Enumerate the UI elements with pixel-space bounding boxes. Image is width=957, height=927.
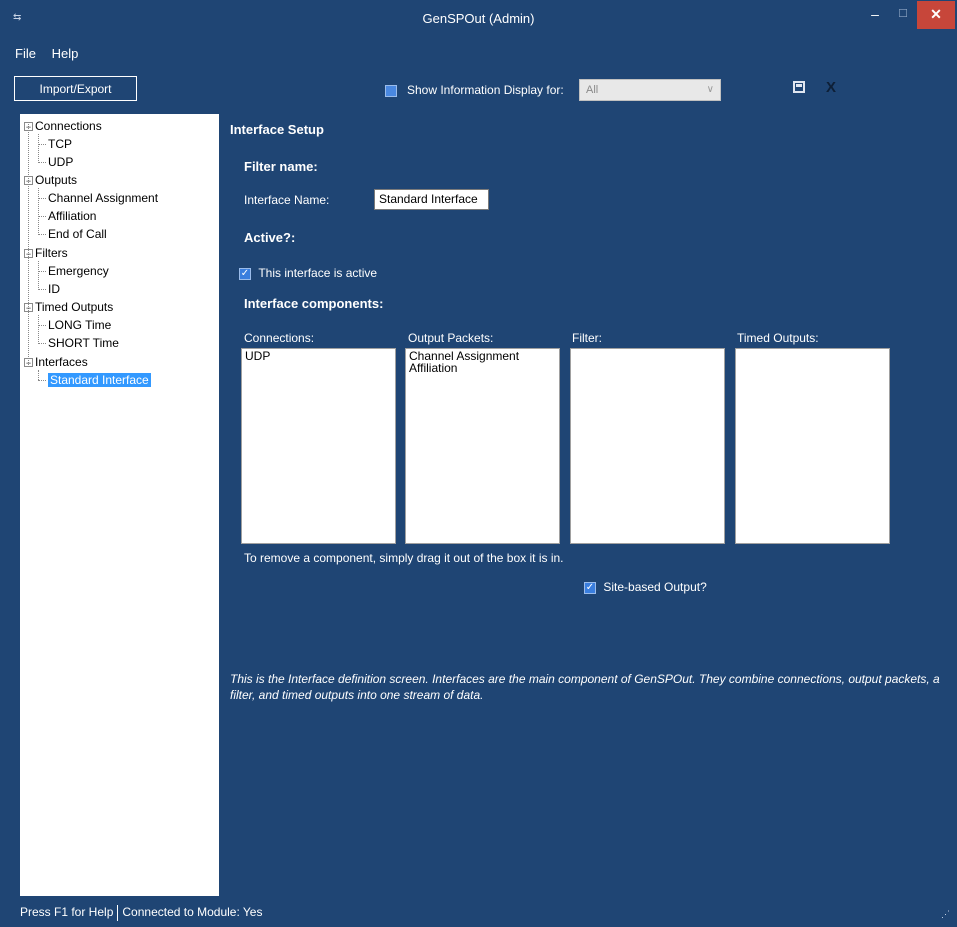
site-based-checkbox[interactable]: ✓ bbox=[584, 581, 596, 594]
window-title: GenSPOut (Admin) bbox=[422, 11, 535, 26]
active-checkbox[interactable]: ✓ bbox=[239, 267, 251, 280]
menu-help[interactable]: Help bbox=[52, 46, 79, 61]
tree-node-filters[interactable]: − Filters bbox=[24, 244, 68, 262]
menu-file[interactable]: File bbox=[15, 46, 36, 61]
collapse-icon[interactable]: − bbox=[24, 358, 33, 368]
show-info-label: Show Information Display for: bbox=[407, 83, 564, 97]
tree-node-interfaces[interactable]: − Interfaces bbox=[24, 353, 88, 371]
timed-outputs-column-label: Timed Outputs: bbox=[737, 331, 819, 345]
active-checkbox-label: This interface is active bbox=[258, 266, 378, 280]
info-description: This is the Interface definition screen.… bbox=[230, 672, 940, 702]
tree-node-long-time[interactable]: LONG Time bbox=[38, 316, 111, 334]
site-based-option: ✓ Site-based Output? bbox=[584, 580, 707, 594]
filter-listbox[interactable] bbox=[570, 348, 725, 544]
status-help: Press F1 for Help bbox=[20, 905, 114, 919]
minimize-button[interactable]: – bbox=[861, 1, 889, 29]
tree-node-channel-assignment[interactable]: Channel Assignment bbox=[38, 189, 158, 207]
tree-node-outputs[interactable]: − Outputs bbox=[24, 171, 77, 189]
show-info-option: Show Information Display for: bbox=[385, 83, 564, 97]
active-option: ✓ This interface is active bbox=[239, 266, 377, 280]
close-button[interactable]: ✕ bbox=[917, 1, 955, 29]
tree-node-emergency[interactable]: Emergency bbox=[38, 262, 109, 280]
main-window: ⇆ GenSPOut (Admin) – ☐ ✕ File Help Impor… bbox=[0, 0, 957, 927]
connections-listbox[interactable]: UDP bbox=[241, 348, 396, 544]
info-display-select[interactable]: All ∨ bbox=[579, 79, 721, 101]
tree-node-timed-outputs[interactable]: − Timed Outputs bbox=[24, 298, 113, 316]
tree-node-udp[interactable]: UDP bbox=[38, 153, 73, 171]
tree-node-tcp[interactable]: TCP bbox=[38, 135, 72, 153]
list-item[interactable]: UDP bbox=[245, 350, 392, 362]
section-title: Interface Setup bbox=[230, 122, 324, 137]
list-item[interactable]: Affiliation bbox=[409, 362, 556, 374]
tree-node-standard-interface[interactable]: Standard Interface bbox=[38, 371, 151, 389]
collapse-icon[interactable]: − bbox=[24, 122, 33, 132]
maximize-button[interactable]: ☐ bbox=[889, 1, 917, 29]
interface-name-input[interactable]: Standard Interface bbox=[374, 189, 489, 210]
filter-name-heading: Filter name: bbox=[244, 159, 318, 174]
components-heading: Interface components: bbox=[244, 296, 384, 311]
tree-node-connections[interactable]: − Connections bbox=[24, 117, 102, 135]
status-connection: Connected to Module: Yes bbox=[122, 905, 263, 919]
active-heading: Active?: bbox=[244, 230, 296, 245]
import-export-button[interactable]: Import/Export bbox=[14, 76, 137, 101]
resize-grip-icon[interactable]: ⋰ bbox=[941, 909, 950, 920]
tree-node-id[interactable]: ID bbox=[38, 280, 60, 298]
tree-node-short-time[interactable]: SHORT Time bbox=[38, 334, 119, 352]
filter-column-label: Filter: bbox=[572, 331, 602, 345]
collapse-icon[interactable]: − bbox=[24, 303, 33, 313]
remove-component-hint: To remove a component, simply drag it ou… bbox=[244, 551, 564, 565]
collapse-icon[interactable]: − bbox=[24, 249, 33, 259]
menu-bar: File Help bbox=[15, 46, 90, 61]
tree-node-affiliation[interactable]: Affiliation bbox=[38, 207, 96, 225]
tree-node-end-of-call[interactable]: End of Call bbox=[38, 225, 107, 243]
status-bar: Press F1 for Help Connected to Module: Ye… bbox=[20, 901, 940, 923]
show-info-checkbox[interactable] bbox=[385, 84, 397, 97]
chevron-down-icon: ∨ bbox=[706, 84, 714, 95]
navigation-tree: − Connections TCP UDP − Outputs Channel As… bbox=[20, 114, 219, 896]
collapse-icon[interactable]: − bbox=[24, 176, 33, 186]
interface-name-label: Interface Name: bbox=[244, 193, 330, 207]
close-x-icon[interactable]: X bbox=[826, 79, 836, 96]
info-display-select-value: All bbox=[586, 84, 599, 96]
site-based-label: Site-based Output? bbox=[603, 580, 707, 594]
status-separator bbox=[117, 904, 119, 921]
output-packets-column-label: Output Packets: bbox=[408, 331, 494, 345]
save-icon[interactable] bbox=[793, 81, 805, 93]
output-packets-listbox[interactable]: Channel Assignment Affiliation bbox=[405, 348, 560, 544]
title-bar: ⇆ GenSPOut (Admin) – ☐ ✕ bbox=[1, 1, 956, 39]
connections-column-label: Connections: bbox=[244, 331, 315, 345]
timed-outputs-listbox[interactable] bbox=[735, 348, 890, 544]
